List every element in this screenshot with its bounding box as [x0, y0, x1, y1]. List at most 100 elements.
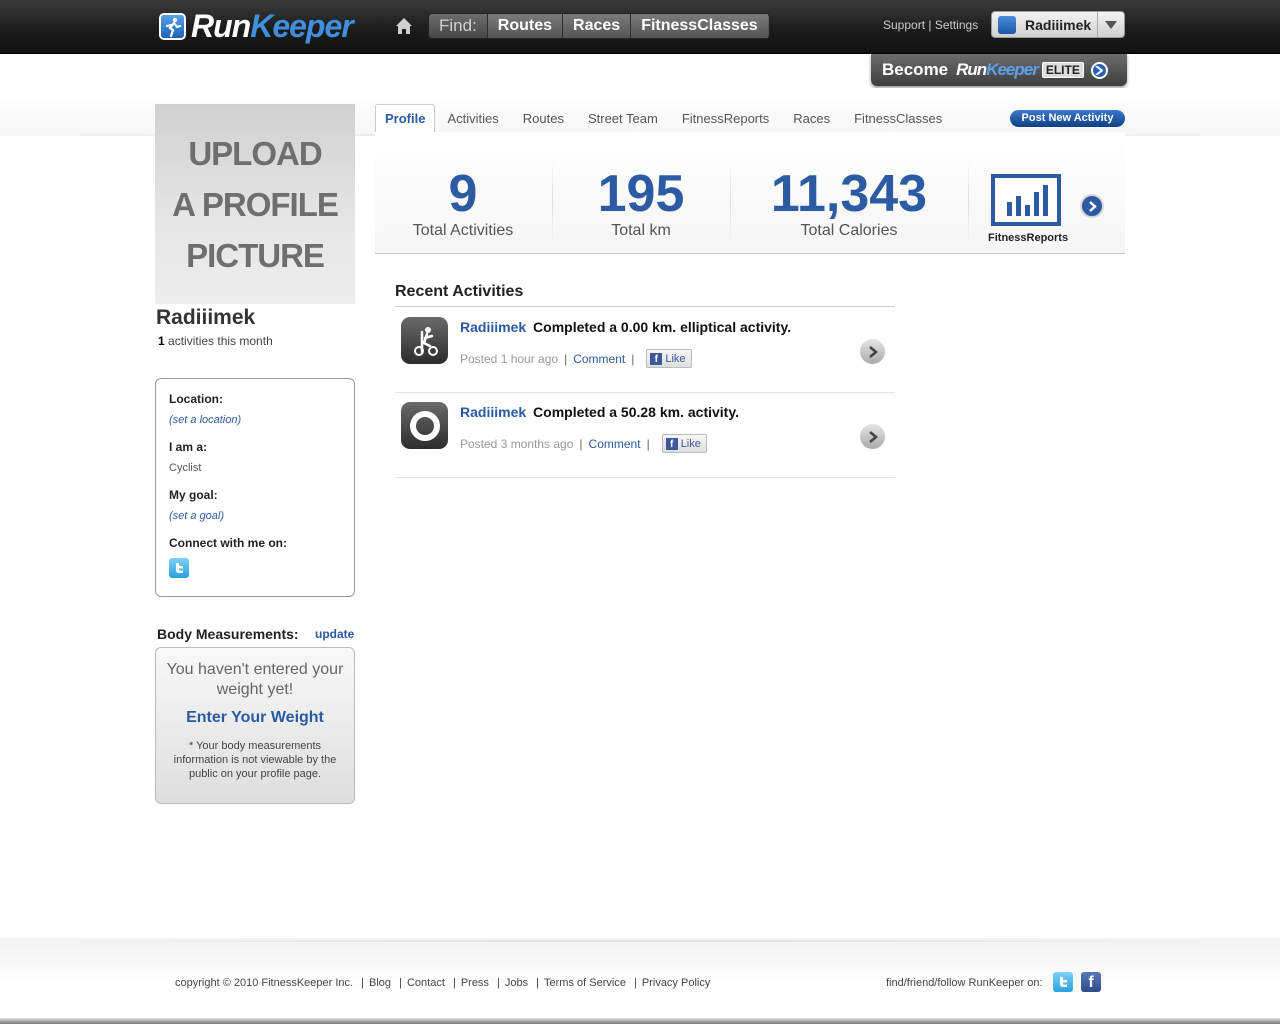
activities-this-month: 1 activities this month	[158, 334, 273, 348]
support-link[interactable]: Support	[883, 18, 925, 32]
footer-link-contact[interactable]: Contact	[407, 977, 445, 989]
facebook-like-button[interactable]: f Like	[646, 349, 692, 368]
find-routes-link[interactable]: Routes	[486, 14, 563, 38]
iam-value: Cyclist	[169, 462, 202, 474]
stat-divider	[552, 160, 553, 246]
tab-street-team[interactable]: Street Team	[576, 104, 670, 132]
runkeeper-logo[interactable]: RunKeeper	[159, 7, 354, 45]
home-icon[interactable]	[393, 15, 415, 37]
stat-total-km: 195 Total km	[571, 164, 711, 240]
arrow-right-icon[interactable]	[1080, 194, 1104, 218]
user-runner-icon	[998, 15, 1016, 34]
facebook-icon[interactable]: f	[1081, 972, 1101, 992]
top-links: Support | Settings	[883, 18, 978, 32]
profile-tabs: Profile Activities Routes Street Team Fi…	[375, 104, 954, 133]
generic-activity-icon	[401, 402, 448, 449]
top-links-separator: |	[925, 18, 935, 32]
find-races-link[interactable]: Races	[562, 14, 631, 38]
footer-separator: |	[634, 977, 637, 989]
meta-separator: |	[631, 351, 635, 366]
tab-routes[interactable]: Routes	[511, 104, 576, 132]
elite-badge: ELITE	[1041, 62, 1084, 78]
body-measurements-box: You haven't entered your weight yet! Ent…	[155, 647, 355, 804]
twitter-icon[interactable]	[169, 558, 189, 578]
activity-details-arrow-icon[interactable]	[860, 339, 885, 364]
like-label: Like	[680, 437, 701, 450]
activity-title: Radiiimek Completed a 50.28 km. activity…	[460, 404, 739, 420]
stat-label: Total km	[611, 222, 671, 239]
activity-item: Radiiimek Completed a 50.28 km. activity…	[395, 393, 895, 478]
footer-link-press[interactable]: Press	[461, 977, 489, 989]
facebook-icon: f	[650, 352, 663, 365]
stat-label: Total Activities	[412, 222, 514, 239]
elite-brand-keeper: Keeper	[986, 60, 1039, 79]
stat-value: 11,343	[770, 165, 928, 223]
tab-fitnessreports[interactable]: FitnessReports	[670, 104, 781, 132]
twitter-icon[interactable]	[1053, 972, 1073, 992]
month-suffix: activities this month	[168, 334, 273, 348]
tab-profile[interactable]: Profile	[375, 104, 436, 133]
stat-label: Total Calories	[800, 222, 898, 239]
no-weight-message: You haven't entered your weight yet!	[166, 661, 344, 698]
stat-value: 9	[448, 165, 478, 223]
footer-separator: |	[399, 977, 402, 989]
enter-weight-link[interactable]: Enter Your Weight	[156, 709, 354, 727]
activity-user-link[interactable]: Radiiimek	[460, 404, 526, 420]
set-goal-link[interactable]: (set a goal)	[169, 510, 354, 522]
like-label: Like	[665, 352, 686, 365]
recent-activities-title: Recent Activities	[395, 283, 895, 307]
bar-chart-icon	[991, 174, 1061, 226]
chevron-down-icon[interactable]	[1097, 12, 1124, 37]
find-label: Find:	[439, 16, 477, 35]
meta-separator: |	[564, 351, 568, 366]
stats-panel: 9 Total Activities 195 Total km 11,343 T…	[375, 132, 1125, 254]
comment-link[interactable]: Comment	[589, 437, 641, 451]
fitnessreports-label: FitnessReports	[988, 232, 1069, 244]
arrow-right-icon	[1090, 61, 1108, 79]
settings-link[interactable]: Settings	[935, 18, 978, 32]
facebook-like-button[interactable]: f Like	[661, 434, 707, 453]
body-measurements-title: Body Measurements:	[157, 626, 299, 642]
iam-label: I am a:	[169, 440, 208, 454]
fitnessreports-link[interactable]: FitnessReports	[988, 174, 1069, 244]
activity-user-link[interactable]: Radiiimek	[460, 319, 526, 335]
activity-text: Completed a 0.00 km. elliptical activity…	[533, 319, 792, 335]
stat-total-calories: 11,343 Total Calories	[749, 164, 949, 240]
copyright-text: copyright © 2010 FitnessKeeper Inc.	[175, 977, 354, 989]
user-menu-button[interactable]: Radiiimek	[991, 11, 1125, 38]
user-menu-name: Radiiimek	[1025, 16, 1092, 33]
activity-title: Radiiimek Completed a 0.00 km. elliptica…	[460, 319, 791, 335]
top-navigation-bar: RunKeeper Find: Routes Races FitnessClas…	[0, 0, 1280, 54]
tab-races[interactable]: Races	[781, 104, 842, 132]
footer-link-jobs[interactable]: Jobs	[505, 977, 528, 989]
footer-link-terms[interactable]: Terms of Service	[544, 977, 626, 989]
tab-fitnessclasses[interactable]: FitnessClasses	[842, 104, 954, 132]
footer-separator: |	[497, 977, 500, 989]
footer-separator: |	[361, 977, 365, 989]
posted-time: Posted 1 hour ago	[460, 351, 559, 366]
activity-text: Completed a 50.28 km. activity.	[533, 404, 739, 420]
post-new-activity-button[interactable]: Post New Activity	[1010, 110, 1125, 127]
find-fitnessclasses-link[interactable]: FitnessClasses	[630, 14, 768, 38]
footer-link-blog[interactable]: Blog	[369, 977, 391, 989]
elliptical-icon	[401, 317, 448, 364]
upload-line-1: UPLOAD	[188, 134, 322, 172]
stat-total-activities: 9 Total Activities	[393, 164, 533, 240]
posted-time: Posted 3 months ago	[460, 436, 574, 451]
footer-link-privacy[interactable]: Privacy Policy	[642, 977, 710, 989]
meta-separator: |	[579, 436, 583, 451]
goal-label: My goal:	[169, 488, 218, 502]
become-elite-banner[interactable]: Become RunKeeper ELITE	[871, 54, 1127, 86]
tab-activities[interactable]: Activities	[435, 104, 510, 132]
upload-profile-picture[interactable]: UPLOAD A PROFILE PICTURE	[155, 104, 355, 304]
comment-link[interactable]: Comment	[573, 352, 625, 366]
logo-keeper-text: Keeper	[250, 7, 353, 44]
set-location-link[interactable]: (set a location)	[169, 414, 354, 426]
logo-run-text: Run	[191, 7, 251, 44]
runner-icon	[159, 12, 186, 40]
month-count: 1	[158, 334, 165, 348]
find-bar: Find: Routes Races FitnessClasses	[428, 13, 770, 39]
activity-details-arrow-icon[interactable]	[860, 424, 885, 449]
privacy-note: * Your body measurements information is …	[173, 740, 337, 780]
body-measurements-update-link[interactable]: update	[315, 627, 354, 641]
